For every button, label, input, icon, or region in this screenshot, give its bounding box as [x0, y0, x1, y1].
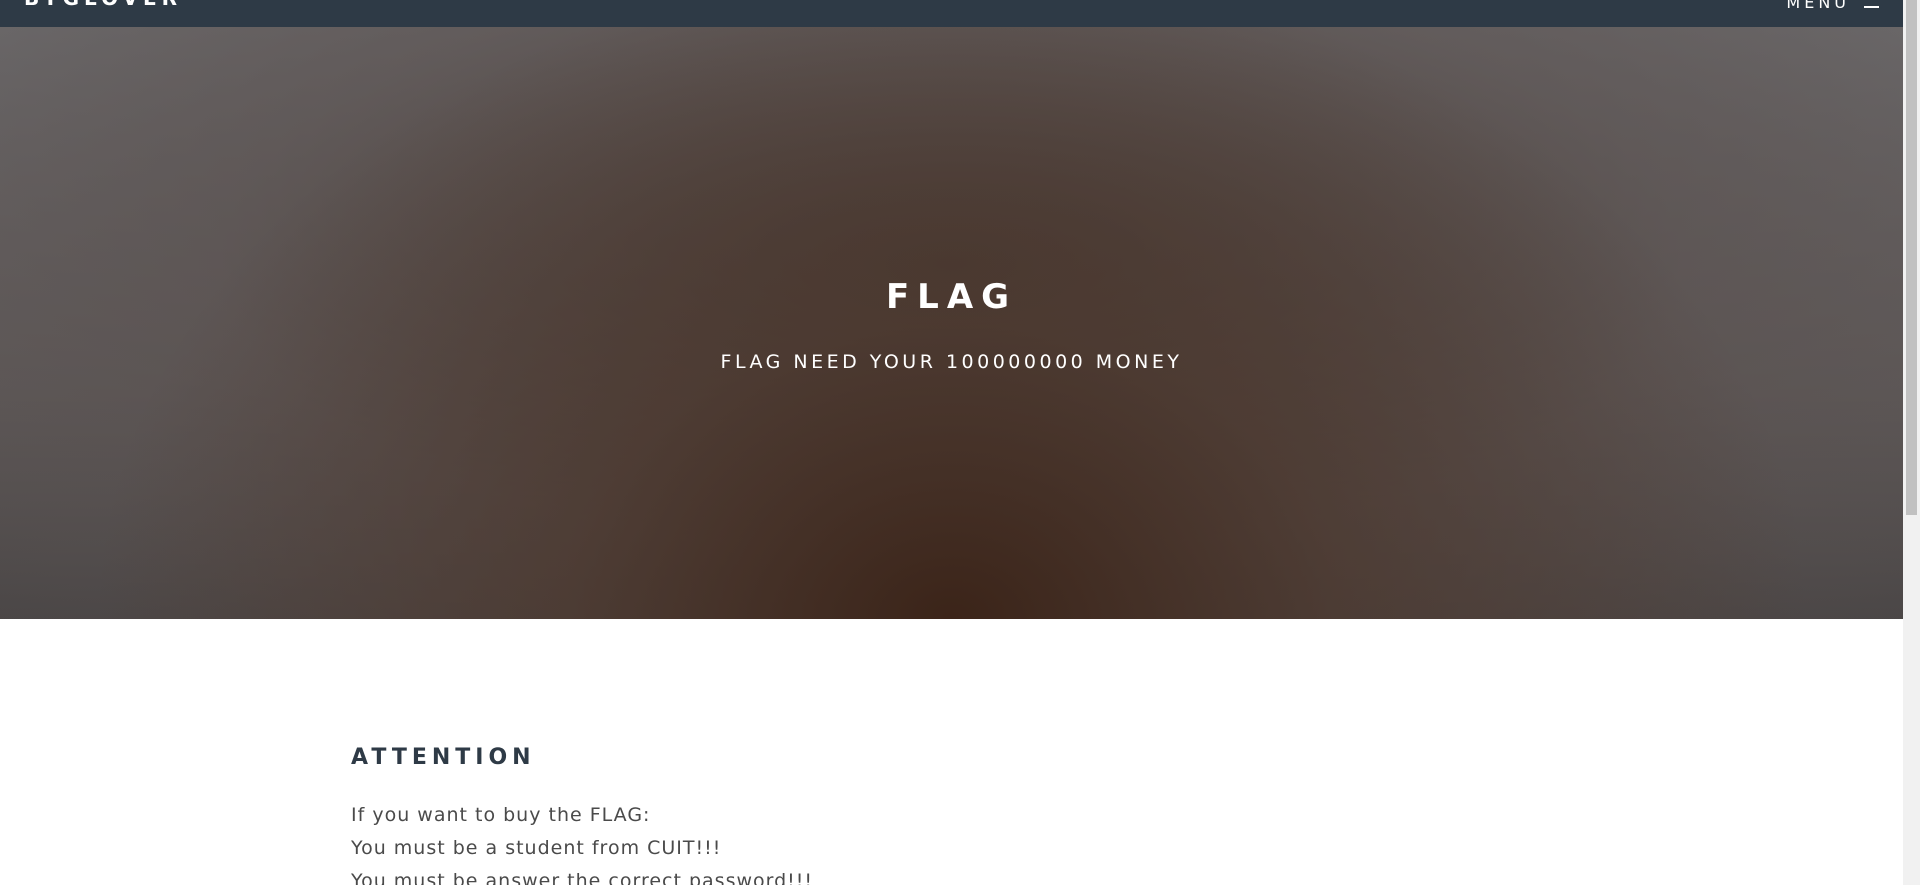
attention-line: You must be answer the correct password!… [351, 870, 814, 885]
hamburger-icon [1864, 6, 1879, 8]
scrollbar-thumb[interactable] [1906, 0, 1917, 515]
menu-toggle-button[interactable]: MENU [1786, 0, 1879, 14]
vertical-scrollbar[interactable] [1903, 0, 1920, 885]
attention-section: ATTENTION If you want to buy the FLAG: Y… [351, 743, 1251, 885]
section-title: ATTENTION [351, 745, 536, 770]
hero-title: FLAG [885, 277, 1018, 317]
top-navbar: BYGLOVER MENU [0, 0, 1903, 27]
hero-subtitle: FLAG NEED YOUR 100000000 MONEY [720, 351, 1183, 373]
attention-line: You must be a student from CUIT!!! [351, 837, 722, 859]
attention-text: If you want to buy the FLAG: You must be… [351, 799, 1251, 885]
brand-logo[interactable]: BYGLOVER [24, 0, 182, 10]
attention-line: If you want to buy the FLAG: [351, 804, 651, 826]
hero-banner: FLAG FLAG NEED YOUR 100000000 MONEY [0, 27, 1903, 619]
menu-label: MENU [1786, 0, 1850, 12]
page: BYGLOVER MENU FLAG FLAG NEED YOUR 100000… [0, 0, 1903, 885]
